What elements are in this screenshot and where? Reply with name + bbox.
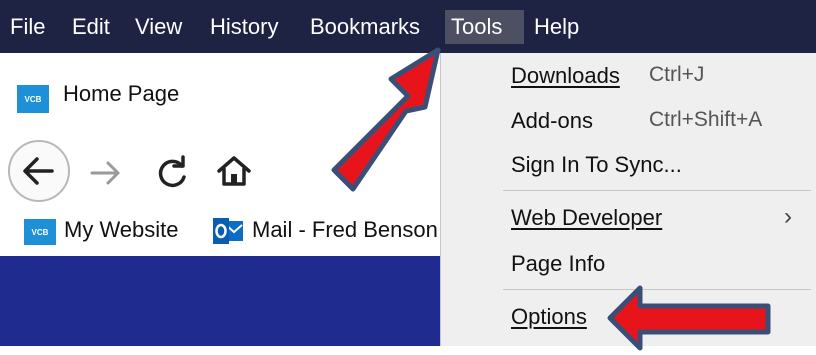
back-button[interactable] <box>8 140 70 202</box>
vcb-favicon-icon: VCB <box>17 85 49 113</box>
menu-edit[interactable]: Edit <box>66 10 116 44</box>
menu-item-downloads[interactable]: Downloads Ctrl+J <box>441 57 816 97</box>
menu-item-add-ons[interactable]: Add-ons Ctrl+Shift+A <box>441 102 816 142</box>
home-button[interactable] <box>214 151 254 191</box>
back-arrow-icon <box>23 157 54 185</box>
bookmark-my-website[interactable]: My Website <box>64 217 179 243</box>
menu-bar: File Edit View History Bookmarks Tools H… <box>0 0 816 53</box>
home-icon <box>217 156 251 186</box>
menu-item-label: Sign In To Sync... <box>511 152 682 177</box>
menu-view[interactable]: View <box>129 10 188 44</box>
menu-separator <box>503 289 811 290</box>
reload-icon <box>158 155 186 188</box>
bookmarks-toolbar: VCB My Website Mail - Fred Benson <box>0 208 440 256</box>
menu-item-shortcut: Ctrl+J <box>649 63 705 86</box>
menu-item-options[interactable]: Options <box>441 298 816 338</box>
menu-item-shortcut: Ctrl+Shift+A <box>649 108 763 131</box>
menu-help[interactable]: Help <box>528 10 585 44</box>
menu-item-label: Options <box>511 304 587 329</box>
menu-item-label: Web Developer <box>511 205 663 230</box>
tab-title: Home Page <box>63 81 180 106</box>
reload-button[interactable] <box>152 153 192 193</box>
menu-file[interactable]: File <box>4 10 51 44</box>
forward-arrow-icon <box>90 161 120 185</box>
tools-dropdown-menu: Downloads Ctrl+J Add-ons Ctrl+Shift+A Si… <box>440 53 816 346</box>
menu-item-label: Add-ons <box>511 108 593 133</box>
tab-home-page[interactable]: VCB Home Page ✕ <box>0 53 440 141</box>
bottom-margin <box>0 346 816 355</box>
page-content-band <box>0 256 440 346</box>
vcb-bookmark-icon: VCB <box>24 219 56 245</box>
menu-item-label: Page Info <box>511 251 606 276</box>
menu-tools[interactable]: Tools <box>445 10 524 44</box>
tab-close-icon[interactable]: ✕ <box>404 79 422 105</box>
submenu-chevron-icon: › <box>784 203 792 230</box>
forward-button[interactable] <box>86 153 126 193</box>
menu-item-label: Downloads <box>511 63 620 88</box>
nav-toolbar <box>0 135 440 207</box>
menu-separator <box>503 190 811 191</box>
menu-bookmarks[interactable]: Bookmarks <box>304 10 426 44</box>
outlook-icon <box>213 218 243 244</box>
menu-history[interactable]: History <box>204 10 284 44</box>
menu-item-web-developer[interactable]: Web Developer › <box>441 199 816 239</box>
menu-item-sign-in-to-sync[interactable]: Sign In To Sync... <box>441 146 816 186</box>
tab-strip: VCB Home Page ✕ <box>0 53 440 143</box>
menu-item-page-info[interactable]: Page Info <box>441 245 816 285</box>
bookmark-mail[interactable]: Mail - Fred Benson <box>252 217 438 243</box>
